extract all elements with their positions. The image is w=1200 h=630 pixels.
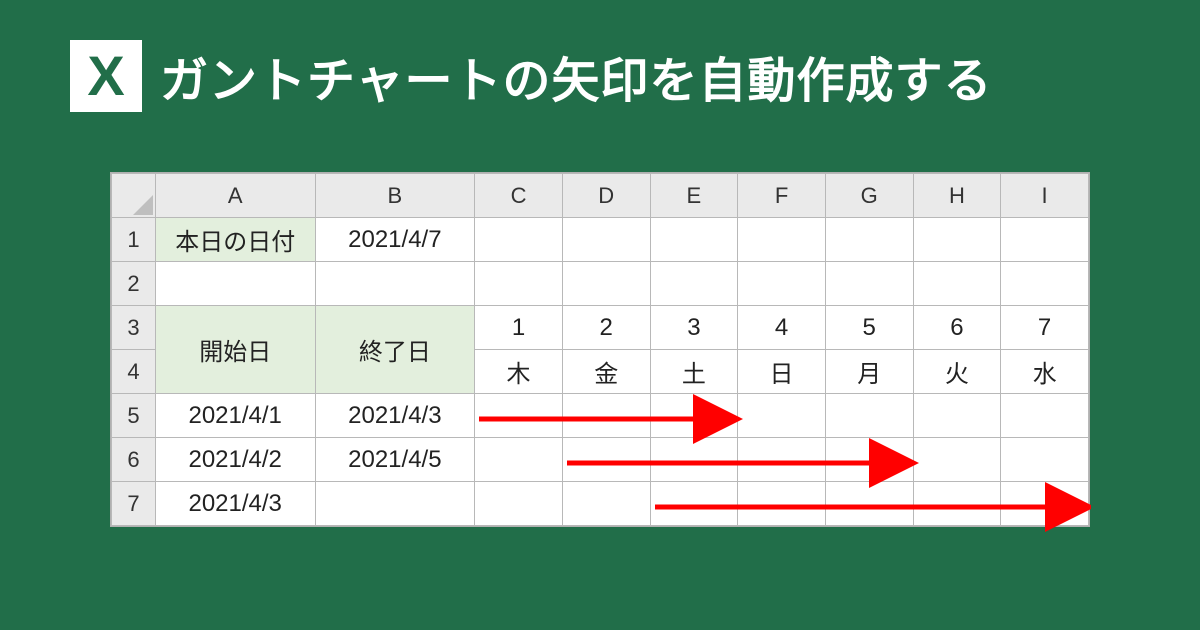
col-header-D[interactable]: D [562,174,650,218]
row-header-6[interactable]: 6 [112,438,156,482]
cell-I4[interactable]: 水 [1001,350,1089,394]
cell-I2[interactable] [1001,262,1089,306]
cell-F3[interactable]: 4 [738,306,826,350]
cell-A7[interactable]: 2021/4/3 [155,482,315,526]
cell-E2[interactable] [650,262,738,306]
cell-G4[interactable]: 月 [825,350,913,394]
cell-A6[interactable]: 2021/4/2 [155,438,315,482]
cell-G2[interactable] [825,262,913,306]
cell-E7[interactable] [650,482,738,526]
col-header-G[interactable]: G [825,174,913,218]
cell-I7[interactable] [1001,482,1089,526]
cell-C4[interactable]: 木 [475,350,563,394]
cell-D5[interactable] [562,394,650,438]
cell-B1[interactable]: 2021/4/7 [315,218,475,262]
cell-F6[interactable] [738,438,826,482]
grid: A B C D E F G H I 1 本日の日付 2021/4/7 2 [111,173,1089,526]
cell-G1[interactable] [825,218,913,262]
excel-icon: X [70,40,142,112]
cell-F1[interactable] [738,218,826,262]
cell-B7[interactable] [315,482,475,526]
cell-D1[interactable] [562,218,650,262]
cell-C7[interactable] [475,482,563,526]
cell-F5[interactable] [738,394,826,438]
cell-D7[interactable] [562,482,650,526]
cell-G7[interactable] [825,482,913,526]
cell-E6[interactable] [650,438,738,482]
cell-F4[interactable]: 日 [738,350,826,394]
cell-H7[interactable] [913,482,1001,526]
cell-A3[interactable]: 開始日 [155,306,315,394]
spreadsheet: A B C D E F G H I 1 本日の日付 2021/4/7 2 [110,172,1090,527]
cell-C1[interactable] [475,218,563,262]
row-header-7[interactable]: 7 [112,482,156,526]
row-header-5[interactable]: 5 [112,394,156,438]
col-header-B[interactable]: B [315,174,475,218]
cell-A2[interactable] [155,262,315,306]
row-header-3[interactable]: 3 [112,306,156,350]
cell-I6[interactable] [1001,438,1089,482]
cell-D2[interactable] [562,262,650,306]
page-header: X ガントチャートの矢印を自動作成する [0,0,1200,142]
cell-H4[interactable]: 火 [913,350,1001,394]
col-header-I[interactable]: I [1001,174,1089,218]
cell-I3[interactable]: 7 [1001,306,1089,350]
cell-E4[interactable]: 土 [650,350,738,394]
select-all-corner[interactable] [112,174,156,218]
row-header-2[interactable]: 2 [112,262,156,306]
cell-H2[interactable] [913,262,1001,306]
cell-E5[interactable] [650,394,738,438]
cell-B3[interactable]: 終了日 [315,306,475,394]
cell-B6[interactable]: 2021/4/5 [315,438,475,482]
col-header-C[interactable]: C [475,174,563,218]
col-header-E[interactable]: E [650,174,738,218]
cell-F2[interactable] [738,262,826,306]
cell-I1[interactable] [1001,218,1089,262]
cell-F7[interactable] [738,482,826,526]
excel-icon-letter: X [87,48,124,104]
row-header-4[interactable]: 4 [112,350,156,394]
row-header-1[interactable]: 1 [112,218,156,262]
cell-C5[interactable] [475,394,563,438]
col-header-F[interactable]: F [738,174,826,218]
cell-B2[interactable] [315,262,475,306]
cell-H5[interactable] [913,394,1001,438]
col-header-H[interactable]: H [913,174,1001,218]
cell-A5[interactable]: 2021/4/1 [155,394,315,438]
cell-A1[interactable]: 本日の日付 [155,218,315,262]
cell-G3[interactable]: 5 [825,306,913,350]
cell-H1[interactable] [913,218,1001,262]
cell-H6[interactable] [913,438,1001,482]
cell-D4[interactable]: 金 [562,350,650,394]
cell-C2[interactable] [475,262,563,306]
cell-B5[interactable]: 2021/4/3 [315,394,475,438]
cell-E1[interactable] [650,218,738,262]
cell-C3[interactable]: 1 [475,306,563,350]
page-title: ガントチャートの矢印を自動作成する [160,41,993,111]
cell-E3[interactable]: 3 [650,306,738,350]
cell-G6[interactable] [825,438,913,482]
cell-H3[interactable]: 6 [913,306,1001,350]
cell-D6[interactable] [562,438,650,482]
cell-C6[interactable] [475,438,563,482]
cell-G5[interactable] [825,394,913,438]
cell-D3[interactable]: 2 [562,306,650,350]
cell-I5[interactable] [1001,394,1089,438]
col-header-A[interactable]: A [155,174,315,218]
